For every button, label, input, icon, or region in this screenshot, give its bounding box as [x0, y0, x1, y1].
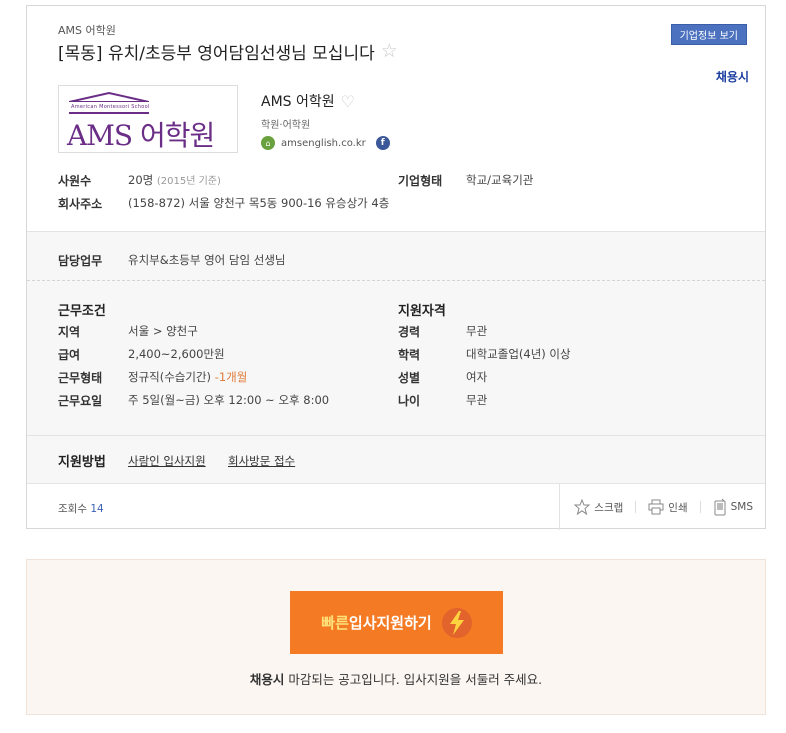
company-name-text[interactable]: AMS 어학원	[261, 91, 335, 111]
conditions-title: 근무조건	[58, 304, 106, 319]
tool-divider	[699, 501, 701, 513]
quick-apply-button[interactable]: 빠른입사지원하기	[290, 591, 503, 654]
condition-label-salary: 급여	[58, 348, 81, 362]
facebook-icon[interactable]: f	[375, 136, 390, 150]
view-count: 조회수 14	[58, 503, 104, 515]
qual-value-education: 대학교졸업(4년) 이상	[466, 347, 571, 361]
condition-label-type: 근무형태	[58, 371, 103, 385]
duty-label: 담당업무	[58, 254, 103, 268]
qual-value-age: 무관	[466, 393, 488, 407]
scrap-button[interactable]: 스크랩	[574, 499, 635, 515]
footer-tools: 스크랩 인쇄 SMS	[559, 484, 765, 530]
card-footer: 조회수 14 스크랩 인쇄 SMS	[27, 483, 765, 530]
qual-value-career: 무관	[466, 324, 488, 338]
deadline-label: 채용시	[715, 70, 749, 84]
star-icon[interactable]: ☆	[381, 42, 398, 61]
logo-roof-icon	[69, 92, 149, 102]
company-links: ⌂ amsenglish.co.kr f	[261, 136, 390, 150]
logo-subtitle: American Montessori School	[71, 104, 150, 110]
company-name-small[interactable]: AMS 어학원	[58, 22, 116, 38]
job-post-card: AMS 어학원 [목동] 유치/초등부 영어담임선생님 모십니다 ☆ 기업정보 …	[26, 5, 766, 530]
company-type-label: 기업형태	[398, 174, 443, 188]
qual-label-gender: 성별	[398, 371, 421, 385]
company-info-button[interactable]: 기업정보 보기	[670, 24, 747, 45]
lightning-icon	[441, 607, 472, 638]
company-name: AMS 어학원 ♡	[261, 91, 355, 111]
quick-apply-box: 빠른입사지원하기 채용시 마감되는 공고입니다. 입사지원을 서둘러 주세요.	[26, 559, 766, 715]
phone-icon	[714, 498, 726, 516]
duty-value: 유치부&초등부 영어 담임 선생님	[128, 253, 286, 267]
condition-value-region: 서울 > 양천구	[128, 324, 198, 338]
print-button[interactable]: 인쇄	[648, 499, 699, 515]
address-value: (158-872) 서울 양천구 목5동 900-16 유승상가 4층	[128, 196, 390, 210]
condition-value-type: 정규직(수습기간) -1개월	[128, 370, 248, 384]
qualifications-title: 지원자격	[398, 304, 446, 319]
condition-value-days: 주 5일(월~금) 오후 12:00 ~ 오후 8:00	[128, 393, 330, 407]
condition-value-salary: 2,400~2,600만원	[128, 347, 225, 361]
employees-value: 20명 (2015년 기준)	[128, 173, 221, 187]
condition-label-days: 근무요일	[58, 394, 103, 408]
saramin-apply-link[interactable]: 사람인 입사지원	[128, 453, 206, 469]
company-type: 학원·어학원	[261, 120, 311, 131]
company-website-link[interactable]: amsenglish.co.kr	[281, 138, 366, 149]
tool-divider	[635, 501, 637, 513]
qual-label-age: 나이	[398, 394, 421, 408]
deadline-notice: 채용시 마감되는 공고입니다. 입사지원을 서둘러 주세요.	[249, 672, 543, 687]
heart-icon[interactable]: ♡	[341, 92, 355, 111]
home-icon: ⌂	[261, 136, 275, 150]
company-logo[interactable]: American Montessori School AMS 어학원	[58, 85, 238, 153]
qual-value-gender: 여자	[466, 370, 488, 384]
visit-apply-link[interactable]: 회사방문 접수	[228, 453, 295, 469]
company-type-value: 학교/교육기관	[466, 173, 534, 187]
job-title-text: [목동] 유치/초등부 영어담임선생님 모십니다	[58, 44, 375, 64]
printer-icon	[648, 499, 664, 515]
apply-method-section: 지원방법 사람인 입사지원 회사방문 접수	[27, 435, 765, 483]
qual-label-career: 경력	[398, 325, 421, 339]
quick-apply-label: 빠른입사지원하기	[321, 615, 432, 632]
employees-label: 사원수	[58, 174, 92, 188]
address-label: 회사주소	[58, 197, 103, 211]
condition-label-region: 지역	[58, 325, 81, 339]
job-title: [목동] 유치/초등부 영어담임선생님 모십니다 ☆	[58, 39, 398, 65]
duty-section: 담당업무 유치부&초등부 영어 담임 선생님	[27, 231, 765, 280]
qual-label-education: 학력	[398, 348, 421, 362]
sms-button[interactable]: SMS	[713, 498, 765, 516]
apply-method-label: 지원방법	[58, 455, 106, 470]
logo-text: AMS 어학원	[67, 119, 215, 152]
star-outline-icon	[574, 499, 591, 515]
conditions-section: 근무조건 지역 서울 > 양천구 급여 2,400~2,600만원 근무형태 정…	[27, 280, 765, 435]
